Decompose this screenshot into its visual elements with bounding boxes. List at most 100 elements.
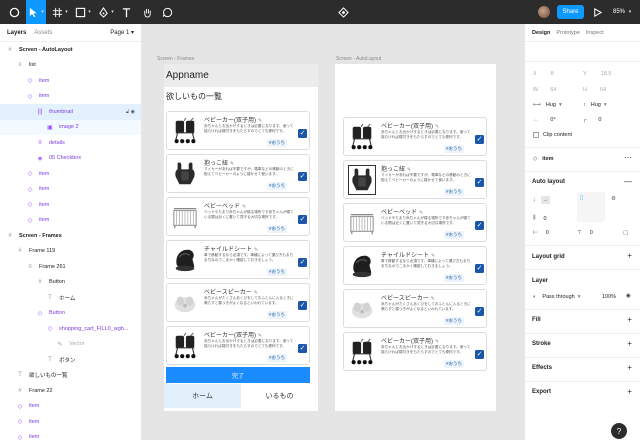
item-tag[interactable]: #おうち	[444, 317, 465, 325]
item-card[interactable]: 抱っこ紐 ✎ マイカーがあれば不要ですが、電車などの移動のときに抱えてベビーカーのよ…	[343, 160, 487, 199]
item-card[interactable]: ベビースピーカー ✎ 赤ちゃんがたくさんあくびをしておふとんに入るときに鳴らすと寝つ…	[166, 283, 310, 322]
layer-row[interactable]: ◇ item	[0, 166, 141, 182]
h-field[interactable]: H 64	[583, 87, 606, 93]
canvas[interactable]: Screen - Frames Screen - AutoLayout Appn…	[142, 24, 524, 440]
hand-tool-button[interactable]	[139, 0, 155, 24]
x-field[interactable]: X8	[533, 71, 554, 77]
item-tag[interactable]: #おうち	[267, 354, 288, 362]
layer-row[interactable]: ◇ shopping_cart_FILL0_wgh...	[0, 321, 141, 337]
layer-row[interactable]: T 欲しいもの一覧	[0, 368, 141, 384]
layer-row[interactable]: ≡ details	[0, 135, 141, 151]
opacity-field[interactable]: 100%	[602, 294, 616, 300]
item-checkbox[interactable]: ✓	[298, 129, 307, 138]
add-effect-icon[interactable]: +	[627, 363, 632, 372]
done-button[interactable]: 完了	[166, 367, 310, 383]
item-tag[interactable]: #おうち	[267, 139, 288, 147]
item-checkbox[interactable]: ✓	[475, 264, 484, 273]
item-checkbox[interactable]: ✓	[475, 135, 484, 144]
padding-individual-icon[interactable]: ▢	[623, 230, 628, 236]
item-tag[interactable]: #おうち	[444, 231, 465, 239]
text-tool-button[interactable]	[118, 0, 134, 24]
item-tag[interactable]: #おうち	[267, 311, 288, 319]
page-dropdown[interactable]: Page 1 ▾	[110, 29, 134, 36]
layer-row[interactable]: ◇ item	[0, 182, 141, 198]
blend-mode-dropdown[interactable]: ◐ Pass through ▾	[533, 294, 581, 300]
layer-row[interactable]: # Frame 22	[0, 383, 141, 399]
layer-row[interactable]: # Frame 119	[0, 244, 141, 260]
item-checkbox[interactable]: ✓	[298, 258, 307, 267]
layer-row[interactable]: ||| thumbnail 🔓︎ ◉	[0, 104, 141, 120]
item-card[interactable]: ベビーベッド ✎ ベッドやたまり赤ちゃんが寝る場所です赤ちゃんが寝ている間は近くに置…	[343, 203, 487, 242]
item-card[interactable]: チャイルドシート ✎ 車で移動するなら必須です。車種によって選び方もまちまちなのでこ…	[343, 246, 487, 285]
screen-frames[interactable]: Appname 欲しいもの一覧 ベビーカー(双子用) ✎ 赤ちゃんとお出かけするとき…	[164, 64, 318, 411]
padding-horizontal-field[interactable]: ⊢ 0	[533, 230, 549, 236]
item-card[interactable]: ベビースピーカー ✎ 赤ちゃんがたくさんあくびをしておふとんに入るときに鳴らすと寝つ…	[343, 289, 487, 328]
frame-label-screen-autolayout[interactable]: Screen - AutoLayout	[336, 56, 381, 62]
add-stroke-icon[interactable]: +	[627, 339, 632, 348]
rotation-field[interactable]: ∟ 0°	[533, 117, 556, 123]
layer-row[interactable]: ≡ list	[0, 58, 141, 74]
components-button[interactable]	[335, 0, 351, 24]
item-checkbox[interactable]: ✓	[298, 215, 307, 224]
more-options-icon[interactable]: ⋯	[624, 153, 632, 162]
screen-autolayout[interactable]: ベビーカー(双子用) ✎ 赤ちゃんとお出かけするときは必要になります。使って揺らけれ…	[335, 64, 496, 411]
item-checkbox[interactable]: ✓	[475, 221, 484, 230]
layer-row[interactable]: ≡ Frame 261	[0, 259, 141, 275]
item-card[interactable]: ベビーカー(双子用) ✎ 赤ちゃんとお出かけするときは必要になります。使って揺らけれ…	[166, 111, 310, 150]
nav-home[interactable]: ホーム	[164, 384, 241, 408]
item-card[interactable]: ベビーカー(双子用) ✎ 赤ちゃんとお出かけするときは必要になります。使って揺らけれ…	[343, 332, 487, 371]
item-tag[interactable]: #おうち	[267, 268, 288, 276]
add-layout-grid-icon[interactable]: +	[627, 251, 632, 260]
auto-layout-settings-icon[interactable]: ⚙	[611, 196, 616, 202]
layer-row[interactable]: ◇ item	[0, 197, 141, 213]
layer-row[interactable]: ▣ image 2	[0, 119, 141, 135]
item-card[interactable]: 抱っこ紐 ✎ マイカーがあれば不要ですが、電車などの移動のときに抱えてベビーカーのよ…	[166, 154, 310, 193]
zoom-dropdown[interactable]: 85% ▾	[613, 0, 631, 24]
pen-tool-button[interactable]: ▾	[96, 0, 116, 24]
item-card[interactable]: ベビーカー(双子用) ✎ 赤ちゃんとお出かけするときは必要になります。使って揺らけれ…	[166, 326, 310, 365]
item-tag[interactable]: #おうち	[444, 145, 465, 153]
item-checkbox[interactable]: ✓	[475, 307, 484, 316]
clip-content-checkbox[interactable]: Clip content	[533, 132, 572, 138]
lock-visibility-icons[interactable]: 🔓︎ ◉	[126, 109, 135, 115]
share-button[interactable]: Share	[557, 5, 584, 19]
frame-tool-button[interactable]: ▾	[50, 0, 70, 24]
frame-label-screen-frames[interactable]: Screen - Frames	[157, 56, 194, 62]
layer-row[interactable]: ◇ Button	[0, 306, 141, 322]
layer-row[interactable]: ◇ item	[0, 73, 141, 89]
item-card[interactable]: ベビーカー(双子用) ✎ 赤ちゃんとお出かけするときは必要になります。使って揺らけれ…	[343, 117, 487, 156]
padding-vertical-field[interactable]: ⊤ 0	[577, 230, 593, 236]
spacing-field[interactable]: ⫼ 0	[533, 215, 547, 222]
item-tag[interactable]: #おうち	[444, 274, 465, 282]
width-sizing-dropdown[interactable]: ⟷ Hug ▾	[533, 102, 562, 108]
comment-tool-button[interactable]	[159, 0, 175, 24]
item-checkbox[interactable]: ✓	[475, 178, 484, 187]
nav-have[interactable]: いるもの	[241, 384, 318, 408]
layer-row[interactable]: ◇ item	[0, 213, 141, 229]
alignment-grid[interactable]: ⦙⦙	[577, 192, 605, 222]
tab-inspect[interactable]: Inspect	[586, 30, 604, 36]
layer-row[interactable]: ◈ 05 Checkbox	[0, 151, 141, 167]
layer-row[interactable]: ◇ item	[0, 414, 141, 430]
shape-tool-button[interactable]: ▾	[73, 0, 93, 24]
add-fill-icon[interactable]: +	[627, 315, 632, 324]
move-tool-button[interactable]: ▾	[26, 0, 46, 24]
tab-assets[interactable]: Assets	[34, 30, 52, 36]
direction-controls[interactable]: ↓ →	[533, 196, 551, 204]
item-tag[interactable]: #おうち	[267, 225, 288, 233]
layer-row[interactable]: # Screen - Frames	[0, 228, 141, 244]
add-export-icon[interactable]: +	[627, 387, 632, 396]
layer-row[interactable]: ◇ item	[0, 399, 141, 415]
avatar[interactable]	[538, 6, 550, 18]
auto-layout-remove-icon[interactable]: —	[624, 177, 632, 186]
main-menu-button[interactable]	[4, 0, 24, 24]
item-tag[interactable]: #おうち	[444, 360, 465, 368]
item-card[interactable]: ベビーベッド ✎ ベッドやたまり赤ちゃんが寝る場所です赤ちゃんが寝ている間は近くに置…	[166, 197, 310, 236]
help-button[interactable]: ?	[611, 423, 627, 439]
item-card[interactable]: チャイルドシート ✎ 車で移動するなら必須です。車種によって選び方もまちまちなのでこ…	[166, 240, 310, 279]
tab-prototype[interactable]: Prototype	[556, 30, 580, 36]
layer-row[interactable]: ✎ Vector	[0, 337, 141, 353]
item-checkbox[interactable]: ✓	[298, 301, 307, 310]
component-row[interactable]: ◇ item	[533, 156, 554, 162]
y-field[interactable]: Y 18.5	[583, 71, 611, 77]
